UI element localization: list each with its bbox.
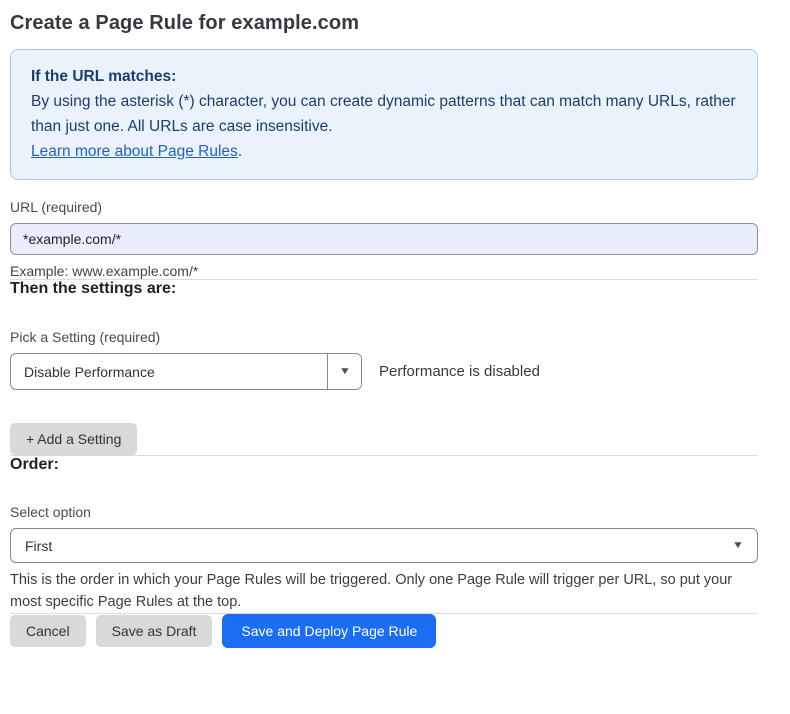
page-rules-learn-more-link[interactable]: Learn more about Page Rules <box>31 143 238 160</box>
setting-picker-arrow-button[interactable]: ▼ <box>327 354 361 389</box>
setting-picker-label: Pick a Setting (required) <box>10 329 758 345</box>
info-box-body: By using the asterisk (*) character, you… <box>31 93 736 135</box>
order-helper-text: This is the order in which your Page Rul… <box>10 569 758 613</box>
save-draft-button[interactable]: Save as Draft <box>96 615 213 647</box>
setting-status-text: Performance is disabled <box>379 363 540 380</box>
order-section-heading: Order: <box>10 456 758 474</box>
order-select-value: First <box>25 538 52 554</box>
order-select[interactable]: First ▼ <box>10 528 758 563</box>
footer-actions: Cancel Save as Draft Save and Deploy Pag… <box>10 614 758 648</box>
page-title: Create a Page Rule for example.com <box>10 12 758 35</box>
info-box-heading: If the URL matches: <box>31 64 737 89</box>
url-match-info-box: If the URL matches: By using the asteris… <box>10 49 758 180</box>
chevron-down-icon: ▼ <box>338 367 350 377</box>
setting-picker-select[interactable]: Disable Performance ▼ <box>10 353 362 390</box>
save-deploy-button[interactable]: Save and Deploy Page Rule <box>222 614 436 648</box>
add-setting-button[interactable]: + Add a Setting <box>10 423 137 455</box>
url-label: URL (required) <box>10 199 758 215</box>
cancel-button[interactable]: Cancel <box>10 615 86 647</box>
order-select-label: Select option <box>10 504 758 520</box>
setting-picker-value: Disable Performance <box>11 354 327 389</box>
url-input[interactable] <box>10 223 758 255</box>
url-example-text: Example: www.example.com/* <box>10 263 758 279</box>
page-rule-form: Create a Page Rule for example.com If th… <box>0 0 790 714</box>
info-link-suffix: . <box>238 143 242 160</box>
settings-section-heading: Then the settings are: <box>10 280 758 298</box>
chevron-down-icon: ▼ <box>732 541 744 551</box>
